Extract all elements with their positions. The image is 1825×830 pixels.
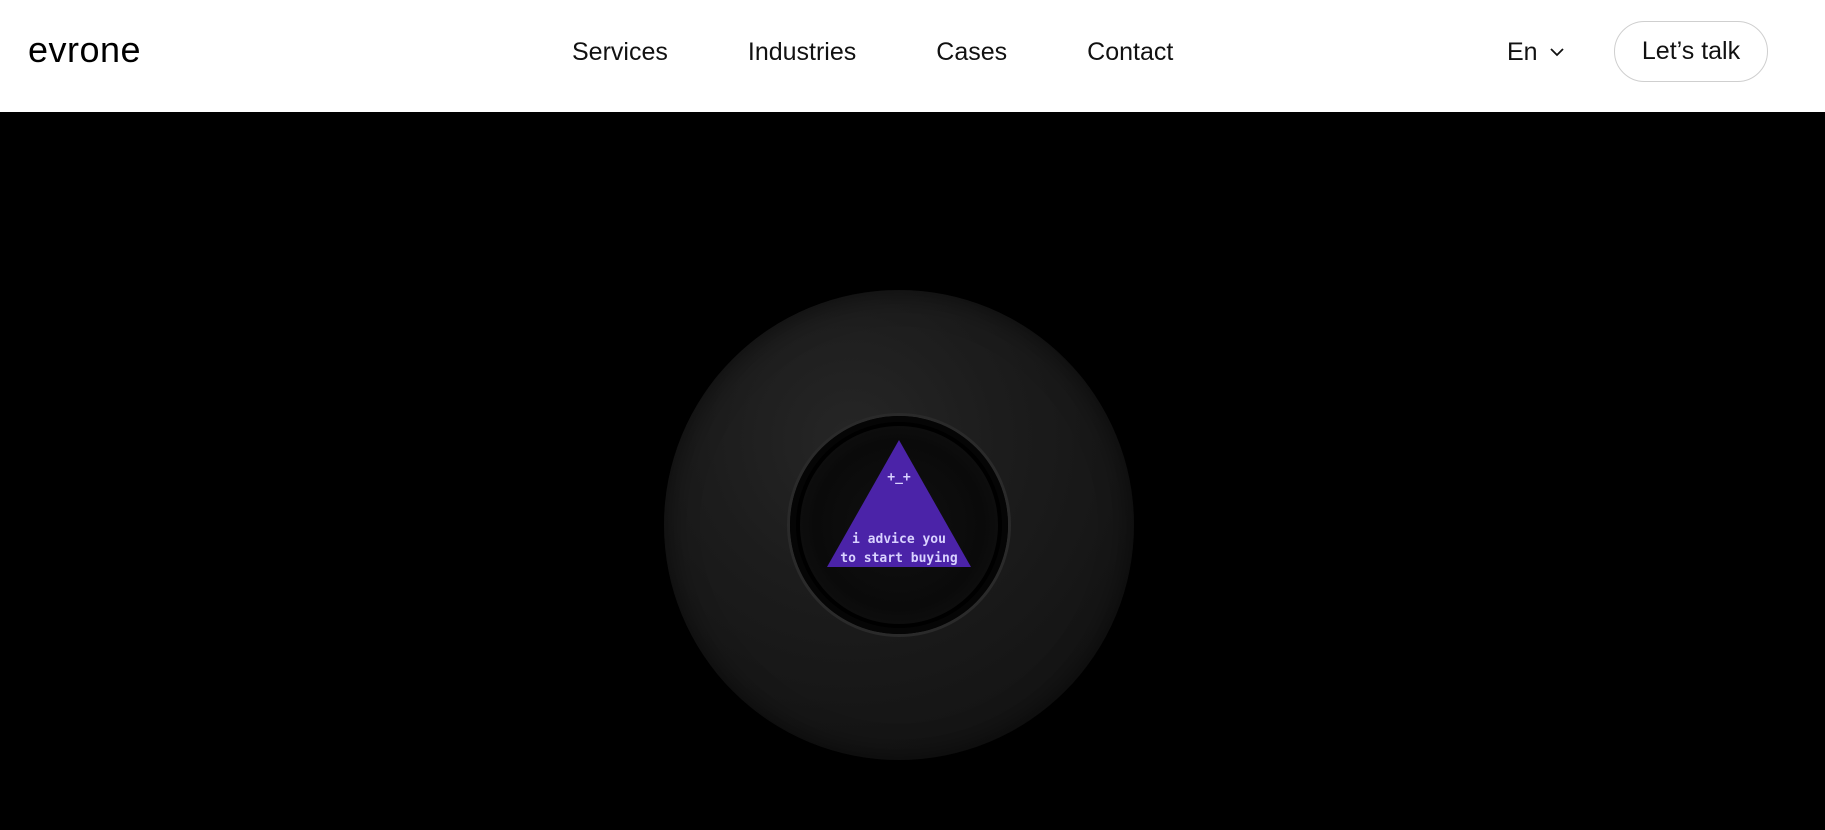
- main-nav: Services Industries Cases Contact: [572, 34, 1173, 70]
- nav-item-services[interactable]: Services: [572, 34, 668, 70]
- nav-item-contact[interactable]: Contact: [1087, 34, 1173, 70]
- logo[interactable]: evrone: [28, 28, 141, 72]
- chevron-down-icon: [1549, 48, 1564, 57]
- ball-window: +_+ i advice you to start buying: [790, 416, 1008, 634]
- triangle-message-line-1: i advice you: [852, 532, 946, 547]
- language-label: En: [1507, 37, 1538, 66]
- triangle-message: i advice you to start buying: [790, 530, 1008, 568]
- answer-triangle: [827, 440, 971, 567]
- language-selector[interactable]: En: [1507, 34, 1568, 70]
- nav-item-cases[interactable]: Cases: [936, 34, 1007, 70]
- triangle-face: +_+: [887, 470, 911, 485]
- lets-talk-button[interactable]: Let’s talk: [1614, 21, 1768, 82]
- hero-section: +_+ i advice you to start buying: [0, 112, 1825, 830]
- triangle-message-line-2: to start buying: [840, 551, 958, 566]
- site-header: evrone Services Industries Cases Contact…: [0, 0, 1825, 112]
- magic-8-ball[interactable]: +_+ i advice you to start buying: [664, 290, 1134, 760]
- nav-item-industries[interactable]: Industries: [748, 34, 856, 70]
